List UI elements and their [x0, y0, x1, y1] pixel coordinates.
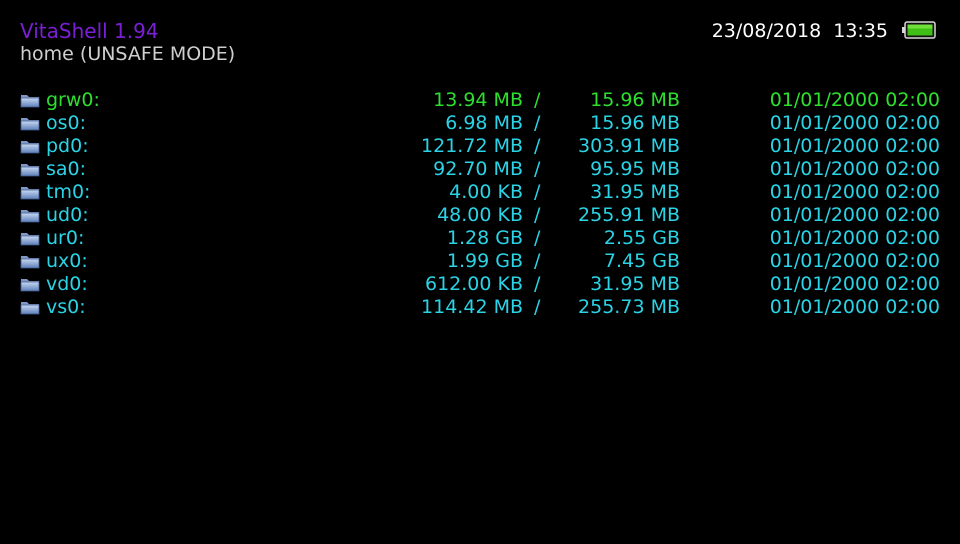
battery-full-icon	[902, 21, 936, 39]
file-list-item[interactable]: os0: 6.98 MB / 15.96 MB 01/01/2000 02:00	[20, 112, 942, 135]
total-space: 255.91 MB	[578, 204, 680, 226]
folder-icon	[20, 118, 40, 131]
size-separator: /	[534, 135, 541, 157]
total-space: 15.96 MB	[590, 89, 680, 111]
file-name: sa0:	[46, 158, 87, 180]
free-space: 121.72 MB	[421, 135, 523, 157]
total-space: 95.95 MB	[590, 158, 680, 180]
file-list-item[interactable]: ux0: 1.99 GB / 7.45 GB 01/01/2000 02:00	[20, 250, 942, 273]
current-path: home (UNSAFE MODE)	[20, 43, 236, 65]
size-separator: /	[534, 227, 541, 249]
size-separator: /	[534, 296, 541, 318]
file-list-item[interactable]: pd0: 121.72 MB / 303.91 MB 01/01/2000 02:00	[20, 135, 942, 158]
folder-icon	[20, 256, 40, 269]
folder-icon	[20, 210, 40, 223]
total-space: 31.95 MB	[590, 181, 680, 203]
file-list-item[interactable]: vd0: 612.00 KB / 31.95 MB 01/01/2000 02:00	[20, 273, 942, 296]
file-name: ur0:	[46, 227, 85, 249]
total-space: 303.91 MB	[578, 135, 680, 157]
total-space: 2.55 GB	[603, 227, 680, 249]
size-separator: /	[534, 181, 541, 203]
file-name: grw0:	[46, 89, 100, 111]
free-space: 48.00 KB	[437, 204, 523, 226]
size-separator: /	[534, 158, 541, 180]
file-list-item[interactable]: grw0: 13.94 MB / 15.96 MB 01/01/2000 02:00	[20, 89, 942, 112]
size-separator: /	[534, 89, 541, 111]
free-space: 92.70 MB	[433, 158, 523, 180]
total-space: 255.73 MB	[578, 296, 680, 318]
file-list: grw0: 13.94 MB/15.96 MB 01/01/2000 02:00 os…	[20, 89, 942, 319]
size-separator: /	[534, 112, 541, 134]
file-name: tm0:	[46, 181, 91, 203]
modified-date: 01/01/2000 02:00	[769, 135, 940, 157]
file-name: os0:	[46, 112, 87, 134]
total-space: 31.95 MB	[590, 273, 680, 295]
file-list-item[interactable]: ur0: 1.28 GB / 2.55 GB 01/01/2000 02:00	[20, 227, 942, 250]
total-space: 15.96 MB	[590, 112, 680, 134]
folder-icon	[20, 279, 40, 292]
size-separator: /	[534, 204, 541, 226]
size-separator: /	[534, 273, 541, 295]
free-space: 1.28 GB	[446, 227, 523, 249]
free-space: 13.94 MB	[433, 89, 523, 111]
total-space: 7.45 GB	[603, 250, 680, 272]
modified-date: 01/01/2000 02:00	[769, 112, 940, 134]
folder-icon	[20, 141, 40, 154]
folder-icon	[20, 233, 40, 246]
modified-date: 01/01/2000 02:00	[769, 273, 940, 295]
folder-icon	[20, 187, 40, 200]
app-title: VitaShell 1.94	[20, 19, 159, 43]
file-name: vd0:	[46, 273, 88, 295]
folder-icon	[20, 95, 40, 108]
file-list-item[interactable]: sa0: 92.70 MB / 95.95 MB 01/01/2000 02:00	[20, 158, 942, 181]
folder-icon	[20, 164, 40, 177]
free-space: 612.00 KB	[424, 273, 523, 295]
modified-date: 01/01/2000 02:00	[769, 204, 940, 226]
modified-date: 01/01/2000 02:00	[769, 250, 940, 272]
file-list-item[interactable]: ud0: 48.00 KB / 255.91 MB 01/01/2000 02:00	[20, 204, 942, 227]
file-name: pd0:	[46, 135, 89, 157]
status-date: 23/08/2018	[711, 20, 822, 42]
status-clock: 23/08/2018 13:35	[712, 20, 888, 42]
free-space: 114.42 MB	[421, 296, 523, 318]
file-list-item[interactable]: tm0: 4.00 KB / 31.95 MB 01/01/2000 02:00	[20, 181, 942, 204]
file-name: ud0:	[46, 204, 89, 226]
free-space: 6.98 MB	[445, 112, 523, 134]
file-name: ux0:	[46, 250, 88, 272]
file-name: vs0:	[46, 296, 86, 318]
folder-icon	[20, 302, 40, 315]
status-time: 13:35	[833, 20, 888, 42]
free-space: 4.00 KB	[449, 181, 523, 203]
file-list-item[interactable]: vs0: 114.42 MB / 255.73 MB 01/01/2000 02:00	[20, 296, 942, 319]
modified-date: 01/01/2000 02:00	[769, 227, 940, 249]
size-separator: /	[534, 250, 541, 272]
modified-date: 01/01/2000 02:00	[769, 296, 940, 318]
modified-date: 01/01/2000 02:00	[769, 158, 940, 180]
free-space: 1.99 GB	[446, 250, 523, 272]
modified-date: 01/01/2000 02:00	[769, 89, 940, 111]
modified-date: 01/01/2000 02:00	[769, 181, 940, 203]
